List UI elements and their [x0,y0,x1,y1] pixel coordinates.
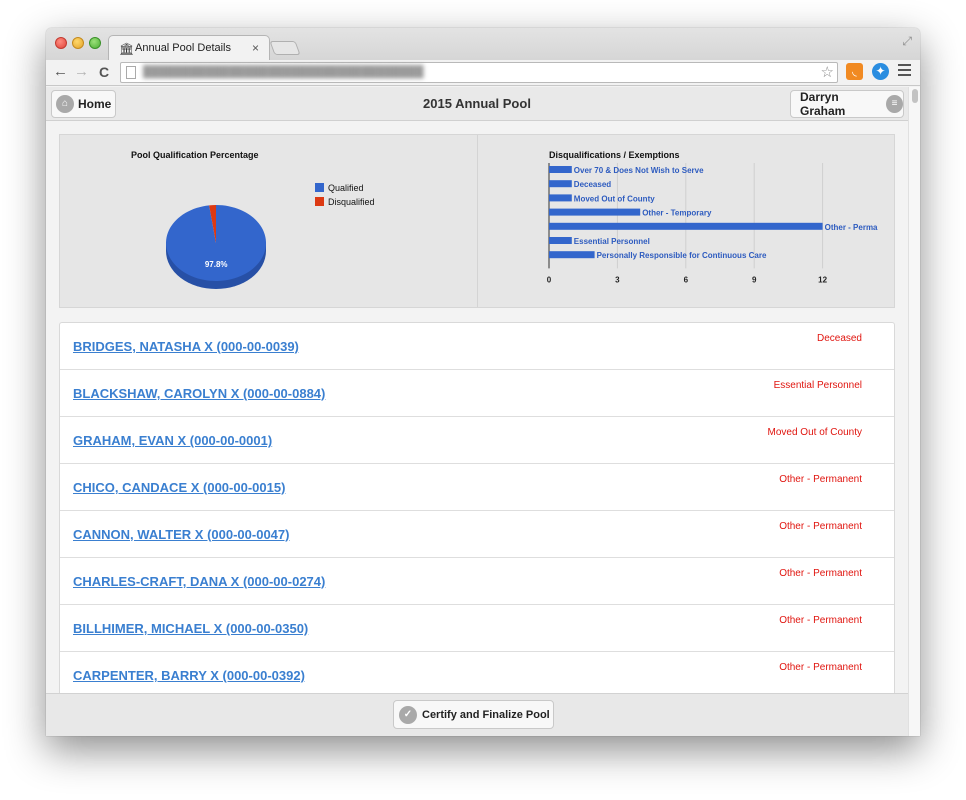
minimize-window-button[interactable] [72,37,84,49]
table-row: CARPENTER, BARRY X (000-00-0392) Other - … [60,652,894,699]
legend-swatch-qualified [315,183,324,192]
new-tab-button[interactable] [269,41,301,55]
x-tick-label: 0 [547,275,552,284]
bar [549,166,572,173]
tab-title: Annual Pool Details [135,42,232,54]
scrollbar-thumb[interactable] [912,89,918,103]
bar-label: Deceased [574,180,611,189]
table-row: CHICO, CANDACE X (000-00-0015) Other - Pe… [60,464,894,511]
fullscreen-icon[interactable]: ⤢ [902,34,912,49]
legend-swatch-disqualified [315,197,324,206]
juror-name-link[interactable]: BRIDGES, NATASHA X (000-00-0039) [73,339,299,354]
reload-icon[interactable]: C [99,64,109,80]
legend-label-disqualified: Disqualified [328,197,375,207]
bar-chart: 0 3 6 9 12 Over 70 & Does Not Wish to Serve De… [547,163,878,284]
footer-bar: ✓ Certify and Finalize Pool [46,693,908,736]
bar-label: Essential Personnel [574,237,650,246]
user-menu-button[interactable]: Darryn Graham ≡ [790,90,904,118]
disqualification-reason: Other - Permanent [779,662,862,673]
courthouse-icon: 🏛 [119,42,135,56]
x-tick-label: 9 [752,275,757,284]
legend-label-qualified: Qualified [328,183,364,193]
page-title: 2015 Annual Pool [423,96,531,111]
bar-label: Other - Temporary [642,209,712,218]
pie-data-label: 97.8% [205,260,228,269]
forward-arrow-icon[interactable]: → [74,64,89,80]
rss-icon[interactable]: ◟ [846,63,863,80]
tab-annual-pool-details[interactable]: 🏛 Annual Pool Details × [108,35,270,60]
table-row: BRIDGES, NATASHA X (000-00-0039) Deceased [60,323,894,370]
disqualification-reason: Moved Out of County [767,427,863,438]
close-window-button[interactable] [55,37,67,49]
certify-label: Certify and Finalize Pool [422,708,550,721]
table-row: CHARLES-CRAFT, DANA X (000-00-0274) Other… [60,558,894,605]
vertical-scrollbar[interactable] [908,87,920,736]
table-row: BLACKSHAW, CAROLYN X (000-00-0884) Essent… [60,370,894,417]
hamburger-menu-icon[interactable] [898,64,911,79]
disqualification-reason: Deceased [816,333,862,344]
bar [549,237,572,244]
charts-panel: Pool Qualification Percentage 97.8% Quali… [59,134,895,308]
x-tick-label: 6 [684,275,689,284]
pie-slice-qualified [166,205,267,281]
bar-label: Moved Out of County [574,194,655,203]
app-header: ⌂ Home 2015 Annual Pool Darryn Graham ≡ [46,87,908,121]
extension-icon[interactable]: ✦ [872,63,889,80]
bar [549,251,595,259]
back-arrow-icon[interactable]: ← [53,64,68,80]
address-bar[interactable]: ████████████████████████████████████ ☆ [120,62,838,83]
page-viewport: ⌂ Home 2015 Annual Pool Darryn Graham ≡ … [46,87,920,736]
checkmark-icon: ✓ [399,705,417,724]
bookmark-star-icon[interactable]: ☆ [821,63,834,81]
juror-name-link[interactable]: CHICO, CANDACE X (000-00-0015) [73,480,285,495]
url-text: ████████████████████████████████████ [143,66,424,78]
juror-list: BRIDGES, NATASHA X (000-00-0039) Deceased… [59,322,895,722]
table-row: BILLHIMER, MICHAEL X (000-00-0350) Other … [60,605,894,652]
table-row: GRAHAM, EVAN X (000-00-0001) Moved Out of… [60,417,894,464]
browser-window: 🏛 Annual Pool Details × ⤢ ← → C ████████… [46,28,920,736]
tab-strip: 🏛 Annual Pool Details × ⤢ [46,28,920,60]
juror-name-link[interactable]: BILLHIMER, MICHAEL X (000-00-0350) [73,621,308,636]
menu-lines-icon: ≡ [886,95,903,113]
disqualification-reason: Other - Permanent [779,615,862,626]
chart-divider [477,135,478,307]
juror-name-link[interactable]: CHARLES-CRAFT, DANA X (000-00-0274) [73,574,325,589]
juror-name-link[interactable]: BLACKSHAW, CAROLYN X (000-00-0884) [73,386,325,401]
tab-close-icon[interactable]: × [252,41,259,55]
bar-label: Other - Perma [825,223,878,232]
juror-name-link[interactable]: GRAHAM, EVAN X (000-00-0001) [73,433,272,448]
juror-name-link[interactable]: CANNON, WALTER X (000-00-0047) [73,527,289,542]
x-tick-label: 12 [818,275,827,284]
bar-label: Over 70 & Does Not Wish to Serve [574,166,704,175]
bar [549,180,572,188]
pie-chart: 97.8% Qualified Disqualified [166,183,375,289]
disqualification-reason: Other - Permanent [779,474,862,485]
zoom-window-button[interactable] [89,37,101,49]
bar-label: Personally Responsible for Continuous Ca… [597,251,767,260]
bar [549,194,572,202]
bar [549,208,641,216]
juror-name-link[interactable]: CARPENTER, BARRY X (000-00-0392) [73,668,305,683]
user-name: Darryn Graham [800,90,846,118]
browser-toolbar: ← → C ██████████████████████████████████… [46,60,920,86]
page-icon [126,66,136,79]
table-row: CANNON, WALTER X (000-00-0047) Other - Pe… [60,511,894,558]
certify-finalize-button[interactable]: ✓ Certify and Finalize Pool [393,700,554,729]
disqualification-reason: Other - Permanent [779,521,862,532]
disqualification-reason: Essential Personnel [773,380,862,391]
x-tick-label: 3 [615,275,620,284]
bar [549,222,823,230]
disqualification-reason: Other - Permanent [779,568,862,579]
